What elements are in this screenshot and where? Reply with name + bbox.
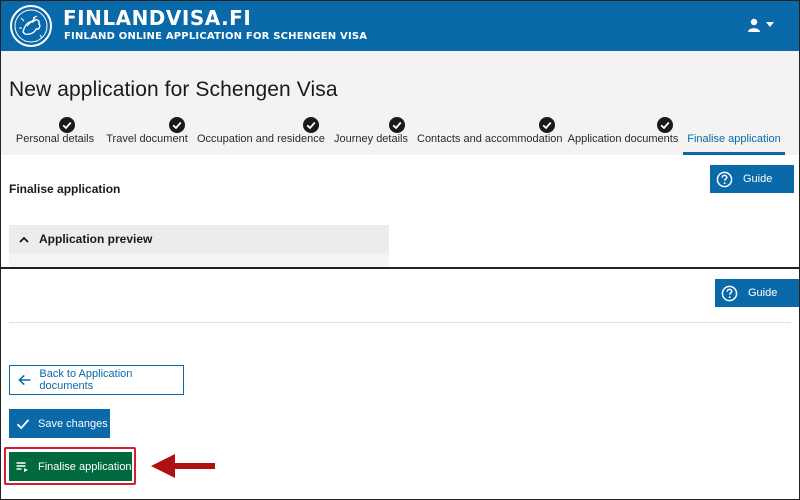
completed-check-icon: [303, 117, 319, 133]
step-finalise-application[interactable]: Finalise application: [683, 117, 785, 155]
step-label: Contacts and accommodation: [417, 133, 563, 145]
guide-button[interactable]: Guide: [710, 165, 794, 193]
help-circle-icon: [721, 285, 738, 301]
step-label: Personal details: [15, 133, 95, 145]
caret-down-icon: [766, 22, 774, 27]
finalise-button-label: Finalise application: [38, 460, 132, 473]
brand-subtitle: FINLAND ONLINE APPLICATION FOR SCHENGEN …: [64, 31, 368, 42]
step-personal-details[interactable]: Personal details: [13, 117, 97, 155]
title-area: New application for Schengen Visa Person…: [1, 51, 799, 155]
completed-check-icon: [657, 117, 673, 133]
back-to-application-documents-button[interactable]: Back to Application documents: [9, 365, 184, 395]
accordion-body: [9, 253, 389, 267]
application-form-top-panel: FINLANDVISA.FI FINLAND ONLINE APPLICATIO…: [0, 0, 800, 268]
chevron-up-icon: [19, 236, 29, 243]
finalise-application-button[interactable]: Finalise application: [9, 452, 132, 481]
check-icon: [16, 418, 30, 429]
pointer-arrow-icon: [151, 454, 215, 478]
user-icon: [748, 18, 760, 32]
section-title: Finalise application: [9, 182, 121, 196]
step-label: Application documents: [567, 133, 679, 145]
help-circle-icon: [716, 171, 733, 187]
completed-check-icon: [539, 117, 555, 133]
list-arrow-icon: [16, 461, 28, 472]
step-journey-details[interactable]: Journey details: [331, 117, 411, 155]
user-menu-button[interactable]: [747, 15, 779, 35]
completed-check-icon: [59, 117, 75, 133]
guide-button-label: Guide: [743, 173, 773, 185]
guide-button[interactable]: Guide: [715, 279, 799, 307]
completed-check-icon: [389, 117, 405, 133]
step-label: Finalise application: [687, 133, 781, 145]
save-button-label: Save changes: [38, 417, 108, 430]
step-occupation-and-residence[interactable]: Occupation and residence: [197, 117, 325, 155]
page-title: New application for Schengen Visa: [9, 78, 338, 101]
progress-steps: Personal details Travel document Occupat…: [1, 117, 799, 155]
accordion-title: Application preview: [39, 232, 153, 246]
save-changes-button[interactable]: Save changes: [9, 409, 110, 438]
finland-lion-emblem-icon: [10, 5, 52, 47]
step-label: Occupation and residence: [197, 133, 325, 145]
arrow-left-icon: [18, 374, 31, 386]
application-preview-accordion: Application preview: [9, 225, 389, 267]
brand-title: FINLANDVISA.FI: [63, 6, 252, 30]
step-application-documents[interactable]: Application documents: [567, 117, 679, 155]
divider: [9, 322, 791, 323]
back-button-label: Back to Application documents: [39, 368, 133, 392]
application-form-bottom-panel: Guide Back to Application documents Save…: [0, 268, 800, 500]
guide-button-label: Guide: [748, 287, 778, 299]
step-contacts-and-accommodation[interactable]: Contacts and accommodation: [417, 117, 563, 155]
completed-check-icon: [169, 117, 185, 133]
step-travel-document[interactable]: Travel document: [105, 117, 189, 155]
site-header: FINLANDVISA.FI FINLAND ONLINE APPLICATIO…: [1, 1, 799, 51]
application-preview-toggle[interactable]: Application preview: [9, 225, 389, 253]
step-label: Travel document: [106, 133, 188, 145]
step-label: Journey details: [334, 133, 408, 145]
